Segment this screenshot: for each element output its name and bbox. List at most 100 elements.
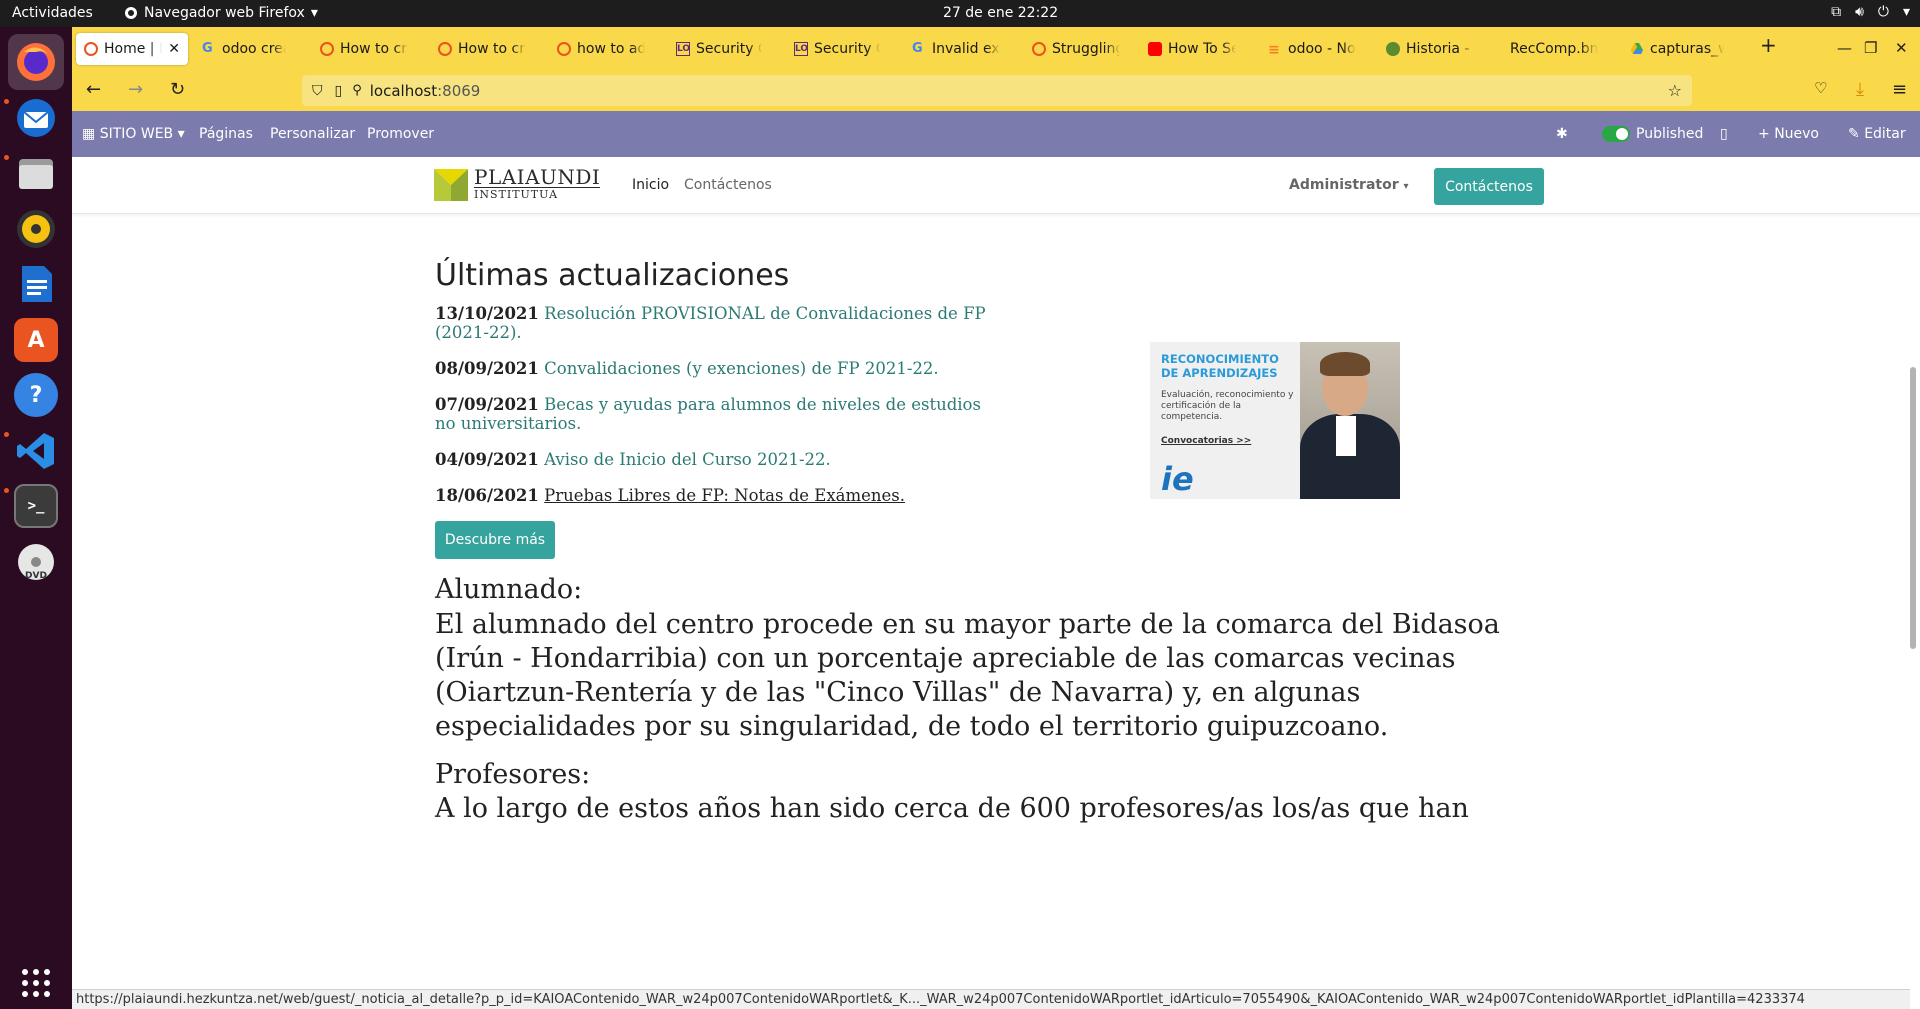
pages-menu[interactable]: Páginas <box>199 126 253 142</box>
back-icon[interactable]: ← <box>86 79 101 100</box>
page-content: Últimas actualizaciones 13/10/2021 Resol… <box>72 214 1904 989</box>
tab-how-to-set[interactable]: How To Set <box>1140 33 1244 65</box>
news-link[interactable]: Pruebas Libres de FP: Notas de Exámenes. <box>544 486 905 505</box>
libreoffice-writer-icon[interactable] <box>8 256 64 312</box>
close-icon[interactable]: ✕ <box>168 41 180 57</box>
shield-icon[interactable]: ⛉ <box>312 83 323 99</box>
ubuntu-software-icon[interactable]: A <box>8 312 64 368</box>
system-top-bar: Actividades Navegador web Firefox ▾ 27 d… <box>0 0 1920 27</box>
tab-invalid-exte[interactable]: G Invalid exte <box>904 33 1008 65</box>
pocket-icon[interactable]: ♡ <box>1814 79 1827 97</box>
edit-button[interactable]: ✎ Editar <box>1848 126 1906 142</box>
nav-contact[interactable]: Contáctenos <box>684 177 772 193</box>
news-link[interactable]: Aviso de Inicio del Curso 2021-22. <box>544 450 831 469</box>
dock: A ? >_ DVD <box>0 27 72 1009</box>
promote-menu[interactable]: Promover <box>367 126 434 142</box>
tab-capturas[interactable]: capturas_w <box>1622 33 1732 65</box>
discover-more-button[interactable]: Descubre más <box>435 521 555 559</box>
news-item: 08/09/2021 Convalidaciones (y exenciones… <box>435 359 995 378</box>
downloads-icon[interactable]: ⤓ <box>1856 79 1864 100</box>
news-link[interactable]: Convalidaciones (y exenciones) de FP 202… <box>544 359 939 378</box>
show-applications-icon[interactable] <box>8 955 64 1009</box>
toggle-switch[interactable] <box>1602 126 1630 142</box>
logo-text: PLAIAUNDI INSTITUTUA <box>474 165 601 201</box>
tab-odoo-create[interactable]: G odoo create <box>194 33 294 65</box>
website-menu[interactable]: ▦ SITIO WEB ▾ <box>82 126 185 142</box>
system-tray[interactable]: ⧉ 🔊︎ ⏻ ▾ <box>1831 4 1910 20</box>
bookmark-star-icon[interactable]: ☆ <box>1668 81 1682 100</box>
tab-security-groups-1[interactable]: LO Security Groups <box>668 33 770 65</box>
user-menu[interactable]: Administrator ▾ <box>1289 177 1409 193</box>
tab-historia[interactable]: Historia - 20 <box>1378 33 1482 65</box>
url-host: localhost <box>369 81 438 100</box>
odoo-website-bar: ▦ SITIO WEB ▾ Páginas Personalizar Promo… <box>72 111 1920 157</box>
activities-button[interactable]: Actividades <box>12 5 93 21</box>
svg-text:DVD: DVD <box>25 571 47 581</box>
stackoverflow-icon: ≡ <box>1268 42 1280 58</box>
tab-security-groups-2[interactable]: LO Security Groups <box>786 33 888 65</box>
minimize-button[interactable]: — <box>1837 39 1852 57</box>
maximize-button[interactable]: ❐ <box>1864 39 1877 57</box>
odoo-icon <box>557 42 571 56</box>
recognition-banner[interactable]: RECONOCIMIENTO DE APRENDIZAJES Evaluació… <box>1150 342 1400 499</box>
tab-how-to-create-2[interactable]: How to create <box>430 33 534 65</box>
close-window-button[interactable]: ✕ <box>1895 39 1908 57</box>
customize-menu[interactable]: Personalizar <box>270 126 355 142</box>
tab-home[interactable]: Home | My Website ✕ <box>76 33 188 65</box>
navigation-toolbar: ← → ↻ ⛉ ▯ ⚲ localhost:8069 ☆ ♡ ⤓ ≡ <box>72 71 1920 111</box>
url-port: :8069 <box>437 81 481 100</box>
chevron-down-icon: ▾ <box>1902 4 1910 20</box>
youtube-icon <box>1148 42 1162 56</box>
contact-us-button[interactable]: Contáctenos <box>1434 168 1544 205</box>
debug-icon[interactable]: ✱ <box>1556 126 1568 142</box>
tab-how-to-add[interactable]: how to add <box>549 33 653 65</box>
publish-toggle[interactable]: Published <box>1602 126 1703 142</box>
url-bar[interactable]: ⛉ ▯ ⚲ localhost:8069 ☆ <box>302 75 1692 106</box>
vscode-icon[interactable] <box>8 423 64 479</box>
news-date: 13/10/2021 <box>435 304 539 323</box>
tab-odoo-no-m[interactable]: ≡ odoo - No m <box>1260 33 1364 65</box>
help-icon[interactable]: ? <box>8 367 64 423</box>
profesores-text: A lo largo de estos años han sido cerca … <box>435 793 1469 824</box>
app-menu[interactable]: Navegador web Firefox ▾ <box>124 5 318 21</box>
tab-how-to-create-1[interactable]: How to create <box>312 33 416 65</box>
firefox-small-icon <box>125 7 137 19</box>
plus-icon: + <box>1758 126 1770 142</box>
caret-down-icon: ▾ <box>177 126 185 142</box>
news-date: 18/06/2021 <box>435 486 539 505</box>
dvd-icon[interactable]: DVD <box>8 534 64 590</box>
page-scrollbar[interactable] <box>1910 367 1916 649</box>
thunderbird-icon[interactable] <box>8 90 64 146</box>
banner-description: Evaluación, reconocimiento y certificaci… <box>1161 390 1294 422</box>
reload-icon[interactable]: ↻ <box>170 79 185 100</box>
mobile-preview-icon[interactable]: ▯ <box>1720 126 1728 142</box>
forward-icon[interactable]: → <box>128 79 143 100</box>
tab-favicon <box>84 42 98 56</box>
clock[interactable]: 27 de ene 22:22 <box>943 5 1058 21</box>
volume-icon: 🔊︎ <box>1855 4 1864 20</box>
odoo-icon <box>438 42 452 56</box>
tab-struggling[interactable]: Struggling w <box>1024 33 1128 65</box>
files-icon[interactable] <box>8 145 64 201</box>
alumnado-title: Alumnado: <box>435 574 583 605</box>
rhythmbox-icon[interactable] <box>8 201 64 257</box>
network-icon: ⧉ <box>1831 4 1842 20</box>
site-header: PLAIAUNDI INSTITUTUA Inicio Contáctenos … <box>72 157 1920 214</box>
terminal-icon[interactable]: >_ <box>8 478 64 534</box>
news-date: 08/09/2021 <box>435 359 539 378</box>
news-item: 04/09/2021 Aviso de Inicio del Curso 202… <box>435 450 995 469</box>
permissions-icon[interactable]: ⚲ <box>352 83 362 98</box>
new-tab-button[interactable]: + <box>1760 33 1777 57</box>
pencil-icon: ✎ <box>1848 126 1860 142</box>
nav-home[interactable]: Inicio <box>632 177 669 193</box>
new-button[interactable]: + Nuevo <box>1758 126 1819 142</box>
google-drive-icon <box>1630 42 1644 56</box>
menu-icon[interactable]: ≡ <box>1892 79 1907 100</box>
site-logo[interactable]: PLAIAUNDI INSTITUTUA <box>434 165 601 201</box>
firefox-icon[interactable] <box>8 34 64 90</box>
page-icon[interactable]: ▯ <box>335 83 343 99</box>
banner-link[interactable]: Convocatorias >> <box>1161 436 1251 446</box>
historia-icon <box>1386 42 1400 56</box>
tab-reccomp[interactable]: RecComp.bmp <box>1502 33 1606 65</box>
news-date: 07/09/2021 <box>435 395 539 414</box>
